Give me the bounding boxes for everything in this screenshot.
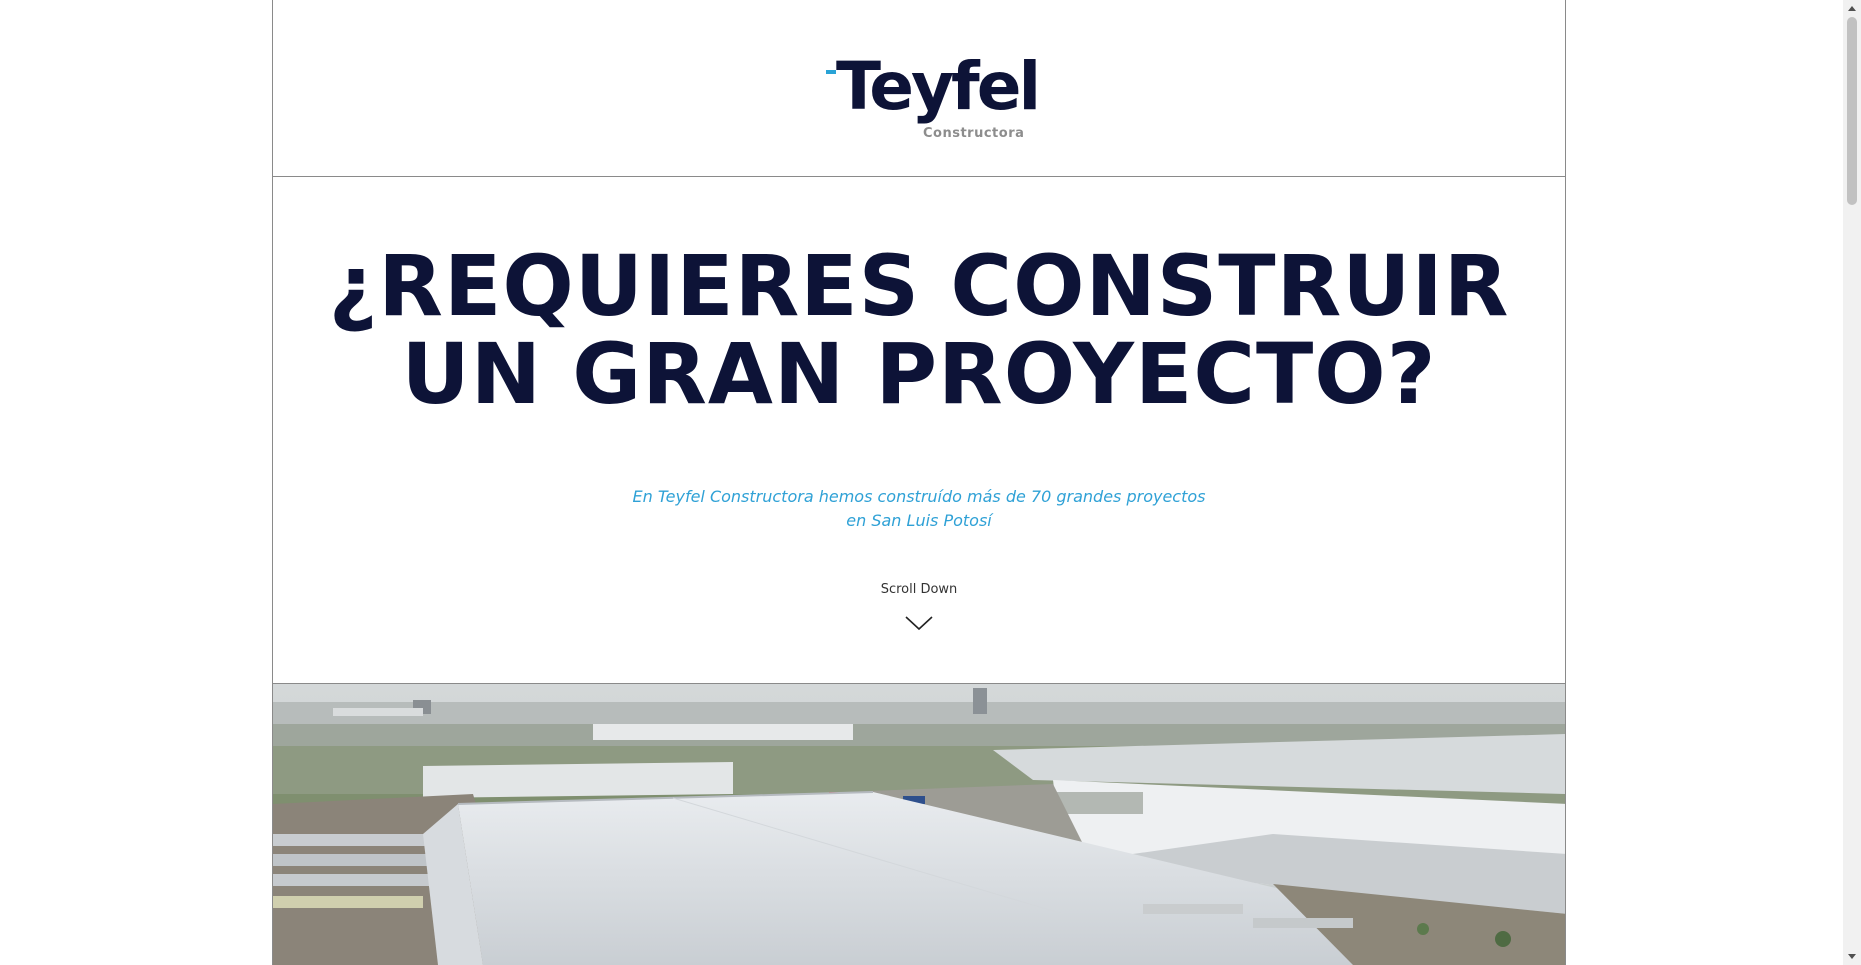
hero-title: ¿REQUIERES CONSTRUIR UN GRAN PROYECTO? (273, 242, 1565, 418)
scroll-up-arrow-icon[interactable] (1848, 6, 1856, 11)
teyfel-logo[interactable]: Teyfel Constructora (826, 54, 1041, 150)
hero-section: ¿REQUIERES CONSTRUIR UN GRAN PROYECTO? E… (273, 177, 1565, 684)
aerial-industrial-park-photo (273, 684, 1565, 965)
site-header: Teyfel Constructora (273, 0, 1565, 177)
content-frame: Teyfel Constructora ¿REQUIERES CONSTRUIR… (272, 0, 1566, 965)
scrollbar-thumb[interactable] (1847, 17, 1857, 205)
logo-tagline: Constructora (923, 126, 1025, 141)
logo-wordmark: Teyfel (836, 48, 1041, 125)
scroll-down-arrow-icon[interactable] (1848, 954, 1856, 959)
logo-accent-mark (826, 70, 836, 74)
hero-title-line-2: UN GRAN PROYECTO? (401, 325, 1437, 423)
hero-subtitle: En Teyfel Constructora hemos construído … (273, 485, 1565, 533)
scroll-down-label: Scroll Down (880, 582, 958, 597)
hero-subtitle-line-1: En Teyfel Constructora hemos construído … (632, 487, 1206, 506)
hero-subtitle-line-2: en San Luis Potosí (846, 511, 992, 530)
hero-title-line-1: ¿REQUIERES CONSTRUIR (328, 237, 1510, 335)
page: Teyfel Constructora ¿REQUIERES CONSTRUIR… (0, 0, 1861, 965)
vertical-scrollbar[interactable] (1843, 0, 1861, 965)
scroll-down-button[interactable]: Scroll Down (273, 582, 1565, 631)
chevron-down-icon[interactable] (904, 615, 934, 631)
